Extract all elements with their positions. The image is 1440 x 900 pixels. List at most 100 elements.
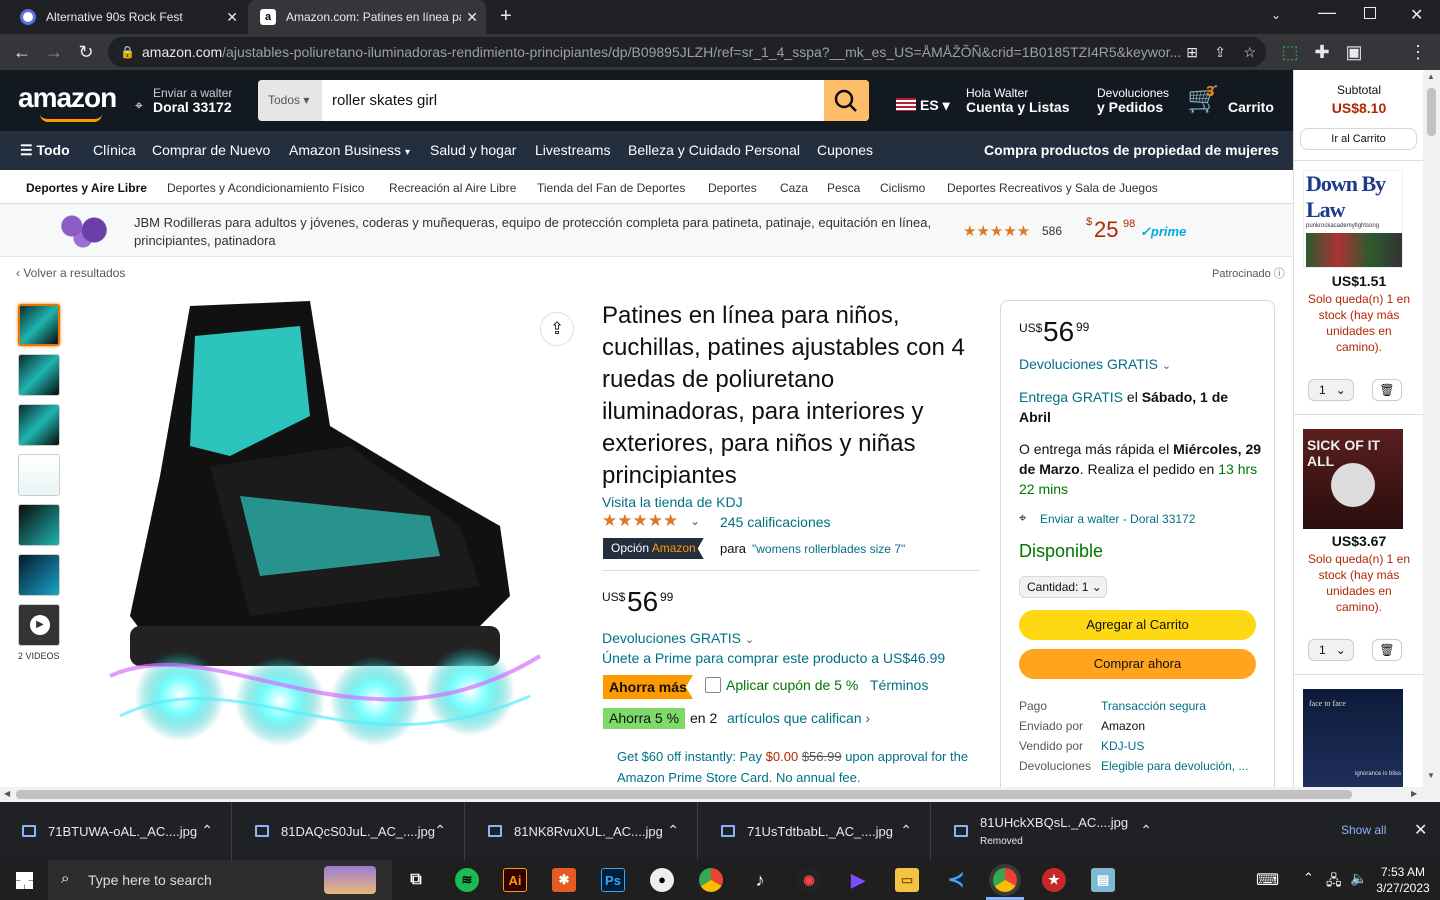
prime-offer-link[interactable]: Únete a Prime para comprar este producto…: [602, 650, 945, 666]
chevron-up-icon[interactable]: ⌃: [1303, 870, 1314, 886]
obs-icon[interactable]: ●: [650, 868, 674, 892]
translate-icon[interactable]: ⊞: [1180, 37, 1198, 67]
cart-item-qty-select[interactable]: 1 ⌄: [1308, 379, 1354, 401]
vscode-icon[interactable]: ≺: [944, 868, 968, 892]
cart-item-image[interactable]: Down By Law punkrockacademyfightsong: [1303, 170, 1403, 268]
restore-icon[interactable]: [1364, 7, 1376, 19]
cart-icon[interactable]: 🛒: [1187, 84, 1219, 115]
download-item[interactable]: 81NK8RvuXUL._AC....jpg ⌃: [466, 802, 698, 860]
thumbnail-image[interactable]: [18, 454, 60, 496]
cart-item-image[interactable]: face to face ignorance is bliss: [1303, 689, 1403, 787]
clock[interactable]: 7:53 AM 3/27/2023: [1376, 864, 1430, 896]
subnav-item[interactable]: Caza: [780, 181, 808, 195]
cart-label[interactable]: Carrito: [1228, 99, 1274, 115]
scroll-left-icon[interactable]: ◀: [4, 789, 10, 798]
amazon-logo[interactable]: amazon: [18, 82, 117, 114]
choice-query-link[interactable]: "womens rollerblades size 7": [752, 542, 905, 556]
illustrator-icon[interactable]: Ai: [503, 868, 527, 892]
deliver-to-link[interactable]: Enviar a walter - Doral 33172: [1040, 512, 1195, 526]
qualifying-items-link[interactable]: artículos que califican ›: [727, 710, 870, 726]
media-player-icon[interactable]: ▶: [846, 868, 870, 892]
screenshot-icon[interactable]: ⬚: [1278, 40, 1302, 64]
chevron-up-icon[interactable]: ⌃: [1140, 822, 1152, 839]
buybox-returns-link[interactable]: Devoluciones GRATIS ⌄: [1019, 356, 1171, 372]
cart-item-image[interactable]: SICK OF IT ALL: [1303, 429, 1403, 529]
search-button[interactable]: [824, 80, 869, 121]
share-icon[interactable]: ⇪: [540, 312, 574, 346]
subnav-item[interactable]: Deportes y Aire Libre: [26, 181, 147, 195]
reload-icon[interactable]: ↻: [74, 40, 98, 64]
browser-tab[interactable]: Alternative 90s Rock Fest ✕: [8, 0, 246, 34]
address-bar[interactable]: 🔒 amazon.com/ajustables-poliuretano-ilum…: [108, 37, 1266, 67]
horizontal-scroll-thumb[interactable]: [16, 790, 1352, 799]
ad-text[interactable]: JBM Rodilleras para adultos y jóvenes, c…: [134, 214, 954, 250]
scroll-up-icon[interactable]: ▲: [1427, 72, 1435, 81]
xampp-icon[interactable]: ✱: [552, 868, 576, 892]
notepad-icon[interactable]: ▤: [1091, 868, 1115, 892]
subnav-item[interactable]: Tienda del Fan de Deportes: [537, 181, 685, 195]
main-product-image[interactable]: [100, 296, 550, 786]
back-icon[interactable]: ←: [10, 40, 34, 64]
quantity-select[interactable]: Cantidad: 1 ⌄: [1019, 576, 1107, 598]
store-link[interactable]: Visita la tienda de KDJ: [602, 494, 743, 510]
new-tab-button[interactable]: +: [500, 5, 512, 28]
subnav-item[interactable]: Recreación al Aire Libre: [389, 181, 516, 195]
thumbnail-image[interactable]: [18, 504, 60, 546]
forward-icon[interactable]: →: [42, 40, 66, 64]
coupon-checkbox[interactable]: [705, 677, 721, 693]
coupon-terms-link[interactable]: Términos: [870, 677, 928, 693]
thumbnail-image[interactable]: [18, 404, 60, 446]
keyboard-icon[interactable]: ⌨: [1256, 870, 1279, 890]
file-explorer-icon[interactable]: ▭: [895, 868, 919, 892]
nav-item[interactable]: Salud y hogar: [430, 142, 516, 158]
task-view-icon[interactable]: ⧉: [404, 868, 428, 892]
deliver-to[interactable]: Enviar a walter Doral 33172: [153, 86, 232, 114]
thumbnail-image[interactable]: [18, 554, 60, 596]
close-tab-icon[interactable]: ✕: [466, 9, 478, 26]
ratings-count-link[interactable]: 245 calificaciones: [720, 514, 831, 530]
download-item[interactable]: 71UsTdtbabL._AC_....jpg ⌃: [699, 802, 931, 860]
trash-icon[interactable]: 🗑: [1372, 379, 1402, 401]
volume-icon[interactable]: 🔈: [1350, 870, 1367, 887]
chrome-active-icon[interactable]: [993, 868, 1017, 892]
menu-dots-icon[interactable]: ⋮: [1406, 40, 1430, 64]
sidepanel-icon[interactable]: ▣: [1342, 40, 1366, 64]
music-icon[interactable]: ♪: [748, 868, 772, 892]
extensions-icon[interactable]: ✚: [1310, 40, 1334, 64]
photoshop-icon[interactable]: Ps: [601, 868, 625, 892]
returns-orders[interactable]: Devoluciones y Pedidos: [1097, 86, 1169, 114]
scroll-down-icon[interactable]: ▼: [1427, 771, 1435, 780]
spotify-icon[interactable]: ≋: [455, 868, 479, 892]
nav-item[interactable]: Belleza y Cuidado Personal: [628, 142, 800, 158]
add-to-cart-button[interactable]: Agregar al Carrito: [1019, 610, 1256, 640]
minimize-icon[interactable]: —: [1318, 2, 1336, 23]
back-to-results-link[interactable]: ‹ Volver a resultados: [16, 266, 125, 280]
cart-item-qty-select[interactable]: 1 ⌄: [1308, 639, 1354, 661]
card-offer[interactable]: Get $60 off instantly: Pay $0.00 $56.99 …: [617, 746, 977, 788]
free-returns-link[interactable]: Devoluciones GRATIS ⌄: [602, 630, 754, 646]
show-all-button[interactable]: Show all: [1341, 823, 1386, 837]
close-downloads-icon[interactable]: ✕: [1414, 820, 1427, 840]
nav-promo[interactable]: Compra productos de propiedad de mujeres: [984, 142, 1279, 158]
all-menu-button[interactable]: ☰ Todo: [20, 142, 70, 159]
subnav-item[interactable]: Deportes: [708, 181, 757, 195]
sponsored-ad-bar[interactable]: JBM Rodilleras para adultos y jóvenes, c…: [0, 204, 1293, 257]
subnav-item[interactable]: Pesca: [827, 181, 860, 195]
seller-link[interactable]: KDJ-US: [1101, 736, 1261, 756]
nav-item[interactable]: Comprar de Nuevo: [152, 142, 270, 158]
browser-tab-active[interactable]: a Amazon.com: Patines en línea pa ✕: [248, 0, 486, 34]
poker-icon[interactable]: ★: [1042, 868, 1066, 892]
tab-search-icon[interactable]: ⌄: [1271, 8, 1281, 22]
ad-product-image[interactable]: [55, 210, 111, 250]
vertical-scrollbar[interactable]: ▲ ▼: [1423, 70, 1440, 787]
nav-item[interactable]: Clínica: [93, 142, 136, 158]
rating-dropdown-icon[interactable]: ⌄: [690, 514, 700, 528]
close-window-icon[interactable]: ✕: [1410, 5, 1423, 25]
chevron-up-icon[interactable]: ⌃: [201, 822, 213, 839]
windows-start-icon[interactable]: [16, 872, 33, 889]
language-select[interactable]: ES ▾: [920, 97, 950, 114]
rating-stars[interactable]: ★★★★★: [602, 511, 678, 531]
return-eligibility-link[interactable]: Elegible para devolución, ...: [1101, 756, 1261, 776]
thumbnail-image-selected[interactable]: [18, 304, 60, 346]
network-icon[interactable]: 🖧: [1326, 870, 1342, 894]
